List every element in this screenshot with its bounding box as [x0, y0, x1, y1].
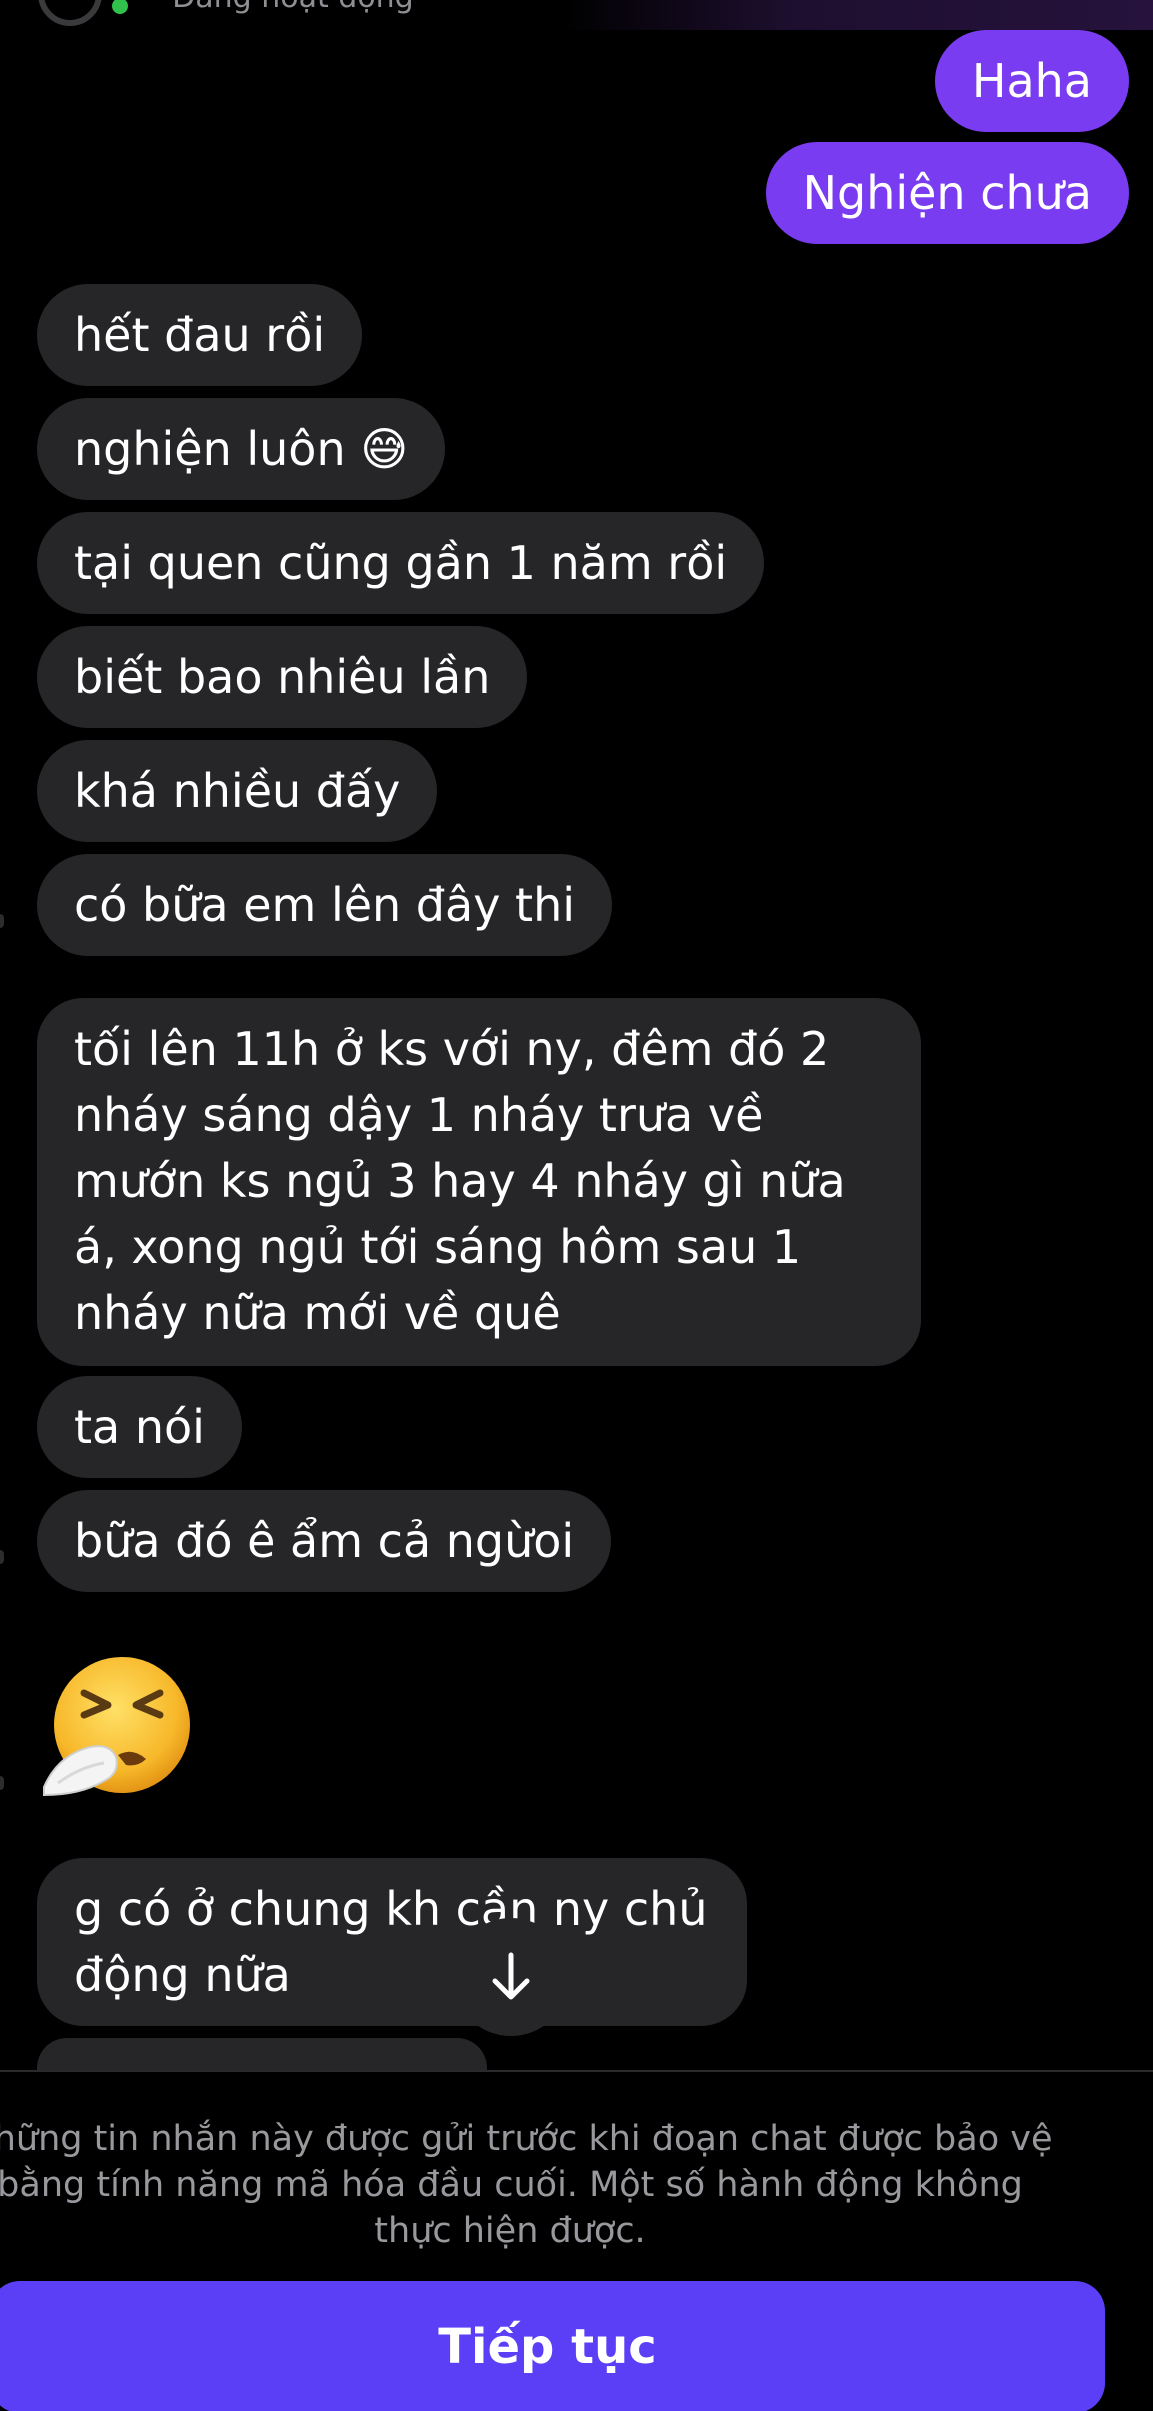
active-status-text: Đang hoạt động	[172, 0, 414, 18]
message-incoming[interactable]: khá nhiều đấy	[37, 740, 438, 842]
message-incoming[interactable]: tại quen cũng gần 1 năm rồi	[37, 512, 765, 614]
message-incoming[interactable]: g có ở chung kh cần ny chủ động nữa	[37, 1858, 747, 2026]
message-incoming[interactable]: hết đau rồi	[37, 284, 363, 386]
message-incoming-partial[interactable]	[37, 2038, 487, 2070]
message-outgoing[interactable]: Nghiện chưa	[765, 142, 1129, 244]
avatar[interactable]	[38, 0, 102, 26]
message-incoming[interactable]: bữa đó ê ẩm cả ngừoi	[37, 1490, 612, 1592]
message-outgoing[interactable]: Haha	[934, 30, 1129, 132]
encryption-notice-text: Những tin nhắn này được gửi trước khi đo…	[0, 2119, 1053, 2251]
chat-thread[interactable]: Đang hoạt động Haha Nghiện chưa hết đau …	[0, 0, 1153, 2070]
message-incoming[interactable]: tối lên 11h ở ks với ny, đêm đó 2 nháy s…	[37, 998, 921, 1366]
scroll-to-bottom-button[interactable]	[452, 1918, 570, 2036]
message-edge-marker	[0, 1776, 4, 1790]
continue-button[interactable]: Tiếp tục	[0, 2281, 1105, 2411]
message-edge-marker	[0, 914, 4, 928]
message-incoming[interactable]: có bữa em lên đây thi	[37, 854, 613, 956]
message-edge-marker	[0, 1550, 4, 1564]
header-gradient	[560, 0, 1153, 30]
arrow-down-icon	[492, 1952, 530, 2000]
message-incoming[interactable]: biết bao nhiêu lần	[37, 626, 528, 728]
chat-header: Đang hoạt động	[0, 0, 1153, 30]
sneezing-face-emoji-icon[interactable]	[40, 1655, 200, 1805]
message-incoming[interactable]: ta nói	[37, 1376, 242, 1478]
message-incoming[interactable]: nghiện luôn 😅	[37, 398, 446, 500]
online-status-dot	[108, 0, 132, 18]
encryption-notice-panel: Những tin nhắn này được gửi trước khi đo…	[0, 2070, 1153, 2411]
